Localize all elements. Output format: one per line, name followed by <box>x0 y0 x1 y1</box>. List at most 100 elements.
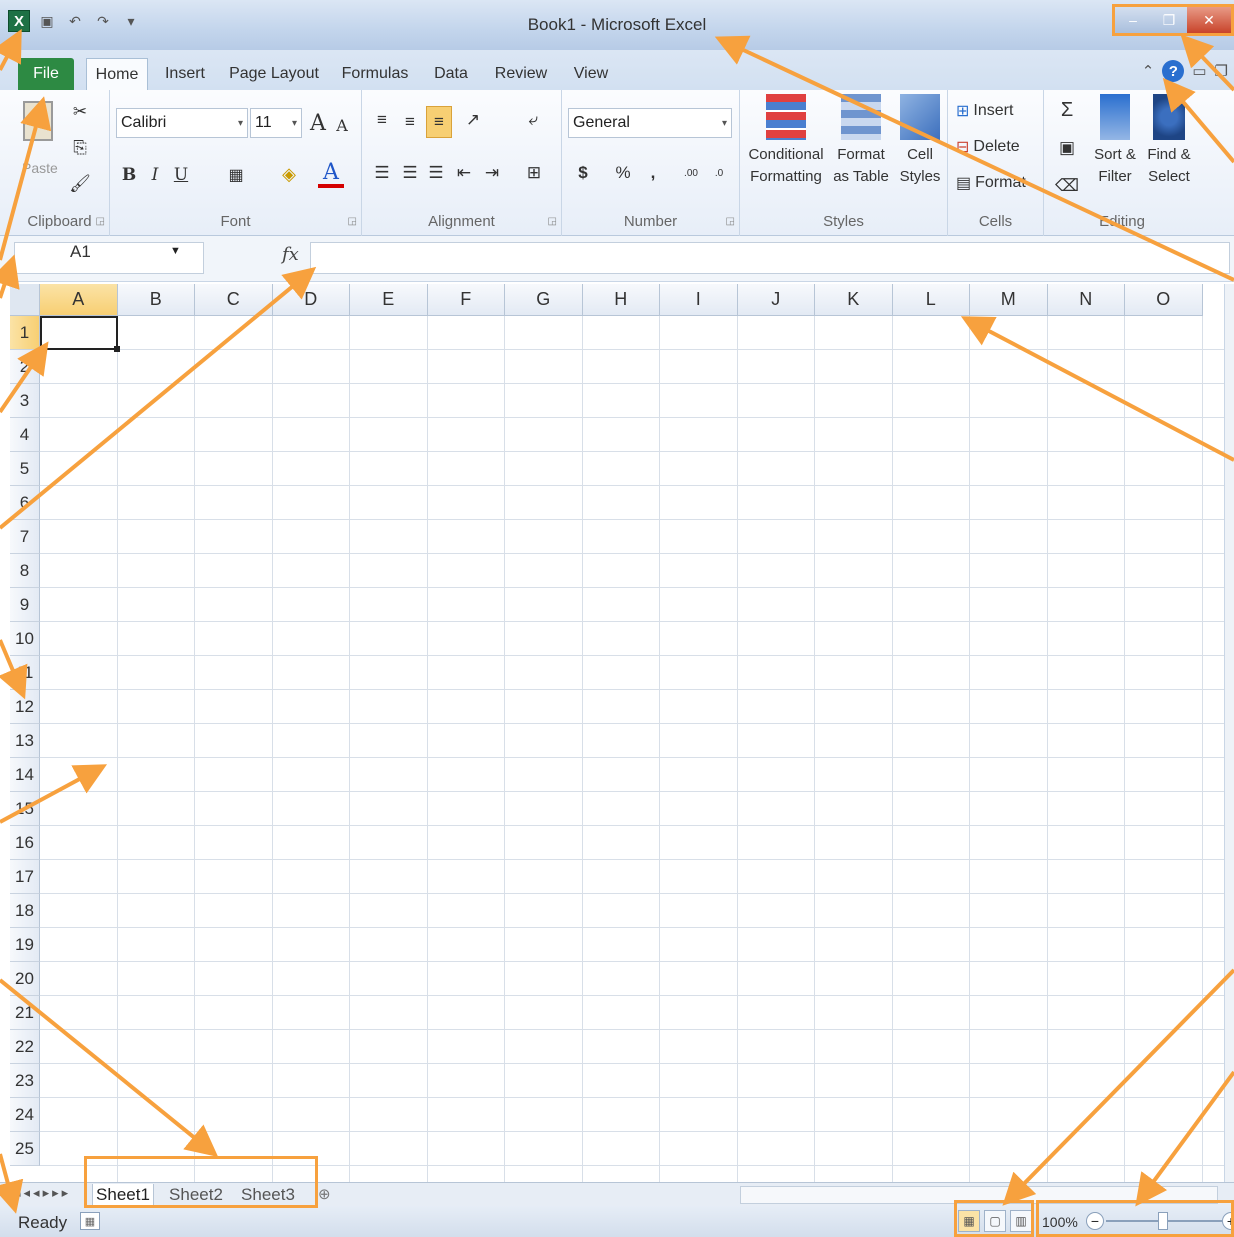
row-header[interactable]: 9 <box>10 588 40 622</box>
fill-icon[interactable]: ▣ <box>1054 134 1080 162</box>
row-header[interactable]: 1 <box>10 316 40 350</box>
font-name-combo[interactable]: Calibri ▾ <box>116 108 248 138</box>
row-header[interactable]: 15 <box>10 792 40 826</box>
column-header[interactable]: E <box>350 284 428 316</box>
column-header[interactable]: J <box>737 284 815 316</box>
column-header[interactable]: L <box>892 284 970 316</box>
row-header[interactable]: 6 <box>10 486 40 520</box>
row-header[interactable]: 23 <box>10 1064 40 1098</box>
tab-view[interactable]: View <box>568 58 614 90</box>
delete-cells-button[interactable]: ⊟ Delete <box>956 134 1020 160</box>
column-header[interactable]: O <box>1125 284 1203 316</box>
clipboard-launcher-icon[interactable]: ◲ <box>96 216 105 227</box>
minimize-ribbon-icon[interactable]: ⌃ <box>1142 62 1155 80</box>
insert-cells-button[interactable]: ⊞ Insert <box>956 98 1013 124</box>
find-select-button[interactable]: Find & Select <box>1142 94 1196 188</box>
merge-center-icon[interactable]: ⊞ <box>520 160 548 186</box>
fill-handle[interactable] <box>114 346 120 352</box>
column-header[interactable]: M <box>970 284 1048 316</box>
row-header[interactable]: 4 <box>10 418 40 452</box>
align-right-icon[interactable]: ☰ <box>424 160 448 186</box>
shrink-font-button[interactable]: A <box>332 114 352 136</box>
workbook-minimize-icon[interactable]: ▭ <box>1192 62 1206 80</box>
insert-worksheet-icon[interactable]: ⊕ <box>318 1185 331 1203</box>
row-header[interactable]: 16 <box>10 826 40 860</box>
minimize-icon[interactable]: – <box>1115 7 1151 33</box>
active-cell[interactable] <box>40 316 118 350</box>
row-header[interactable]: 25 <box>10 1132 40 1166</box>
underline-button[interactable]: U <box>170 162 192 188</box>
decrease-decimal-button[interactable]: .0 <box>706 160 732 186</box>
workbook-restore-icon[interactable]: ❐ <box>1215 62 1228 80</box>
restore-icon[interactable]: ❐ <box>1151 7 1187 33</box>
bold-button[interactable]: B <box>118 162 140 188</box>
conditional-formatting-button[interactable]: Conditional Formatting <box>742 94 830 188</box>
tab-formulas[interactable]: Formulas <box>336 58 414 90</box>
font-launcher-icon[interactable]: ◲ <box>348 216 357 227</box>
chevron-down-icon[interactable]: ▼ <box>170 245 181 257</box>
sheet-nav-icons[interactable]: ◂◂◂▸▸▸ <box>14 1185 71 1201</box>
borders-icon[interactable]: ▦ <box>222 162 250 188</box>
number-format-combo[interactable]: General ▾ <box>568 108 732 138</box>
close-icon[interactable]: ✕ <box>1187 7 1231 33</box>
column-header[interactable]: G <box>505 284 583 316</box>
wrap-text-icon[interactable]: ⤶ <box>520 106 546 134</box>
comma-button[interactable]: , <box>642 160 664 186</box>
column-header[interactable]: F <box>427 284 505 316</box>
column-header[interactable]: D <box>272 284 350 316</box>
format-cells-button[interactable]: ▤ Format <box>956 170 1026 196</box>
row-header[interactable]: 12 <box>10 690 40 724</box>
column-header[interactable]: C <box>195 284 273 316</box>
format-painter-icon[interactable]: 🖌 <box>68 172 92 196</box>
select-all-button[interactable] <box>10 284 40 316</box>
row-header[interactable]: 18 <box>10 894 40 928</box>
alignment-launcher-icon[interactable]: ◲ <box>548 216 557 227</box>
row-header[interactable]: 21 <box>10 996 40 1030</box>
row-header[interactable]: 14 <box>10 758 40 792</box>
font-size-combo[interactable]: 11 ▾ <box>250 108 302 138</box>
insert-function-icon[interactable]: fx <box>282 244 299 265</box>
row-header[interactable]: 5 <box>10 452 40 486</box>
column-header[interactable]: B <box>117 284 195 316</box>
clear-icon[interactable]: ⌫ <box>1054 172 1080 200</box>
increase-decimal-button[interactable]: .00 <box>678 160 704 186</box>
row-header[interactable]: 10 <box>10 622 40 656</box>
row-header[interactable]: 8 <box>10 554 40 588</box>
number-launcher-icon[interactable]: ◲ <box>726 216 735 227</box>
tab-page-layout[interactable]: Page Layout <box>228 58 320 90</box>
tab-home[interactable]: Home <box>86 58 148 90</box>
cell-styles-button[interactable]: Cell Styles <box>892 94 948 188</box>
column-header[interactable]: H <box>582 284 660 316</box>
bottom-align-icon[interactable]: ≡ <box>426 106 452 138</box>
grow-font-button[interactable]: A <box>306 110 330 136</box>
row-header[interactable]: 20 <box>10 962 40 996</box>
orientation-icon[interactable]: ↗ <box>458 106 488 134</box>
currency-button[interactable]: $ <box>572 160 594 186</box>
tab-insert[interactable]: Insert <box>160 58 210 90</box>
autosum-button[interactable]: Σ <box>1054 96 1080 124</box>
column-header[interactable]: A <box>40 284 118 316</box>
column-header[interactable]: N <box>1047 284 1125 316</box>
middle-align-icon[interactable]: ≡ <box>398 108 422 136</box>
italic-button[interactable]: I <box>144 162 166 188</box>
row-header[interactable]: 19 <box>10 928 40 962</box>
row-header[interactable]: 3 <box>10 384 40 418</box>
sort-filter-button[interactable]: Sort & Filter <box>1088 94 1142 188</box>
paste-button[interactable] <box>18 96 58 146</box>
row-header[interactable]: 11 <box>10 656 40 690</box>
cut-icon[interactable]: ✂ <box>68 100 92 124</box>
increase-indent-icon[interactable]: ⇥ <box>480 160 504 186</box>
fill-color-icon[interactable]: ◈ <box>276 160 302 188</box>
tab-data[interactable]: Data <box>428 58 474 90</box>
align-left-icon[interactable]: ☰ <box>370 160 394 186</box>
row-header[interactable]: 17 <box>10 860 40 894</box>
format-as-table-button[interactable]: Format as Table <box>830 94 892 188</box>
row-header[interactable]: 24 <box>10 1098 40 1132</box>
column-header[interactable]: K <box>815 284 893 316</box>
vertical-scrollbar[interactable] <box>1224 284 1234 1182</box>
top-align-icon[interactable]: ≡ <box>370 106 394 134</box>
copy-icon[interactable]: ⎘ <box>68 136 92 160</box>
align-center-icon[interactable]: ☰ <box>398 160 422 186</box>
tab-file[interactable]: File <box>18 58 74 90</box>
decrease-indent-icon[interactable]: ⇤ <box>452 160 476 186</box>
